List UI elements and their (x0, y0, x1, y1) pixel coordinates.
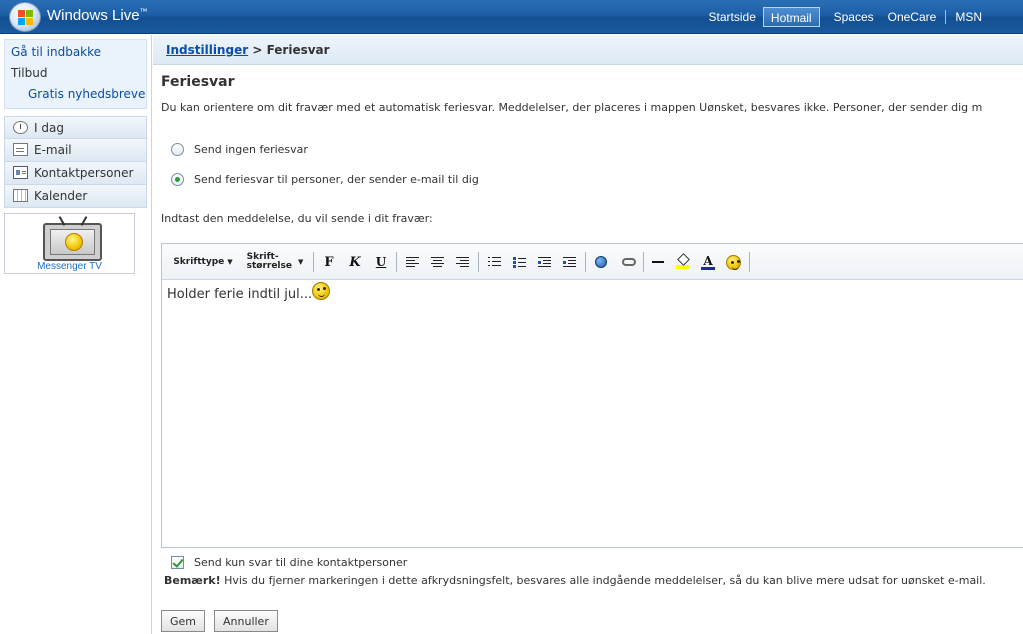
clock-icon (13, 121, 28, 134)
messenger-tv-label: Messenger TV (37, 261, 102, 272)
note-text: Hvis du fjerner markeringen i dette afkr… (220, 574, 986, 587)
sidebar-item-label: Kalender (34, 189, 88, 203)
breadcrumb-separator: > (252, 43, 263, 57)
wink-smiley-icon (312, 281, 331, 300)
warning-note: Bemærk! Hvis du fjerner markeringen i de… (164, 574, 986, 587)
message-body[interactable]: Holder ferie indtil jul... (167, 281, 331, 302)
option-label: Send ingen feriesvar (194, 143, 308, 156)
nav-msn[interactable]: MSN (948, 7, 989, 27)
breadcrumb-settings-link[interactable]: Indstillinger (166, 43, 248, 57)
align-left-icon[interactable] (403, 252, 421, 272)
save-button[interactable]: Gem (161, 610, 206, 632)
note-heading: Bemærk! (164, 574, 221, 587)
sidebar-item-label: E-mail (34, 143, 72, 157)
format-toolbar: Skrifttype ▼ Skrift-størrelse ▼ F K U A (162, 244, 1023, 280)
bold-button[interactable]: F (320, 252, 338, 272)
align-center-icon[interactable] (428, 252, 446, 272)
numbered-list-icon[interactable] (485, 252, 503, 272)
font-family-dropdown[interactable]: Skrifttype ▼ (173, 252, 233, 272)
radio-send-reply[interactable] (171, 173, 184, 186)
contacts-icon (13, 166, 28, 179)
sidebar-nav: I dag E-mail Kontaktpersoner Kalender (4, 116, 147, 208)
intro-text: Du kan orientere om dit fravær med et au… (161, 101, 983, 114)
calendar-icon (13, 189, 28, 202)
contacts-only-label: Send kun svar til dine kontaktpersoner (194, 556, 408, 569)
sidebar-item-label: Kontaktpersoner (34, 166, 134, 180)
highlight-color-icon[interactable] (674, 252, 692, 272)
increase-indent-icon[interactable] (560, 252, 578, 272)
italic-button[interactable]: K (346, 252, 364, 272)
nav-hotmail[interactable]: Hotmail (762, 7, 820, 27)
remove-link-icon[interactable] (620, 252, 638, 272)
sidebar-item-email[interactable]: E-mail (4, 139, 147, 162)
top-header: Windows Live™ Startside Hotmail Spaces O… (0, 0, 1023, 34)
mail-icon (13, 143, 28, 156)
font-size-dropdown[interactable]: Skrift-størrelse ▼ (244, 252, 306, 272)
link-free-newsletters[interactable]: Gratis nyhedsbreve (28, 87, 145, 101)
nav-divider (945, 10, 947, 24)
sidebar-item-calendar[interactable]: Kalender (4, 185, 147, 208)
message-prompt: Indtast den meddelelse, du vil sende i d… (161, 212, 433, 225)
tv-icon (43, 216, 102, 261)
contacts-only-option[interactable]: Send kun svar til dine kontaktpersoner (171, 556, 407, 569)
option-send-reply[interactable]: Send feriesvar til personer, der sender … (171, 173, 479, 186)
sidebar-links: Gå til indbakke Tilbud Gratis nyhedsbrev… (4, 39, 147, 109)
sidebar-item-today[interactable]: I dag (4, 116, 147, 139)
left-sidebar: Gå til indbakke Tilbud Gratis nyhedsbrev… (0, 35, 152, 634)
contacts-only-checkbox[interactable] (171, 556, 184, 569)
smiley-icon (65, 233, 83, 251)
top-nav: Startside Hotmail Spaces OneCare MSN (702, 6, 1023, 28)
messenger-tv-promo[interactable]: Messenger TV (4, 213, 135, 274)
bullet-list-icon[interactable] (510, 252, 528, 272)
insert-link-icon[interactable] (592, 252, 610, 272)
decrease-indent-icon[interactable] (535, 252, 553, 272)
nav-onecare[interactable]: OneCare (881, 7, 944, 27)
sidebar-item-contacts[interactable]: Kontaktpersoner (4, 162, 147, 185)
underline-button[interactable]: U (372, 252, 390, 272)
font-color-icon[interactable]: A (699, 252, 717, 272)
brand-title[interactable]: Windows Live™ (47, 7, 148, 24)
nav-spaces[interactable]: Spaces (827, 7, 881, 27)
radio-no-reply[interactable] (171, 143, 184, 156)
breadcrumb-current: Feriesvar (266, 43, 330, 57)
cancel-button[interactable]: Annuller (214, 610, 278, 632)
message-editor: Skrifttype ▼ Skrift-størrelse ▼ F K U A … (161, 243, 1023, 548)
page-title: Feriesvar (161, 74, 235, 90)
option-no-reply[interactable]: Send ingen feriesvar (171, 143, 308, 156)
option-label: Send feriesvar til personer, der sender … (194, 173, 479, 186)
align-right-icon[interactable] (453, 252, 471, 272)
breadcrumb: Indstillinger > Feriesvar (153, 35, 1023, 65)
nav-startside[interactable]: Startside (702, 7, 763, 27)
offers-label: Tilbud (11, 66, 48, 80)
windows-live-logo-icon[interactable] (9, 2, 41, 32)
horizontal-rule-icon[interactable] (649, 252, 667, 272)
emoticon-icon[interactable] (724, 252, 742, 272)
link-go-to-inbox[interactable]: Gå til indbakke (11, 45, 101, 59)
sidebar-item-label: I dag (34, 121, 64, 135)
